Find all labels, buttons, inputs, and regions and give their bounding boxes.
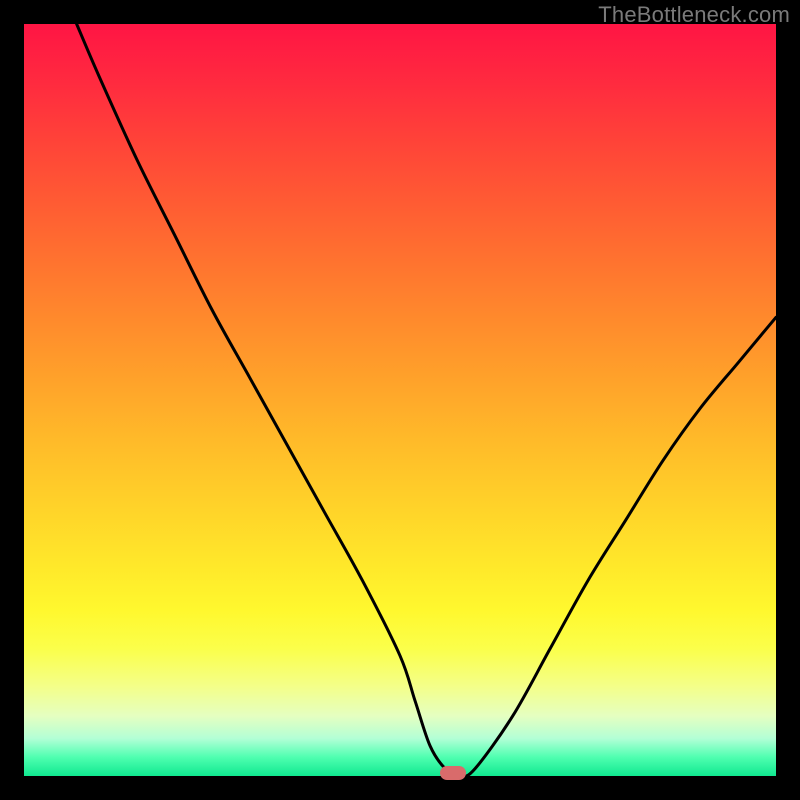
optimal-marker [440, 766, 466, 780]
plot-area [24, 24, 776, 776]
chart-frame: TheBottleneck.com [0, 0, 800, 800]
bottleneck-curve [24, 24, 776, 776]
